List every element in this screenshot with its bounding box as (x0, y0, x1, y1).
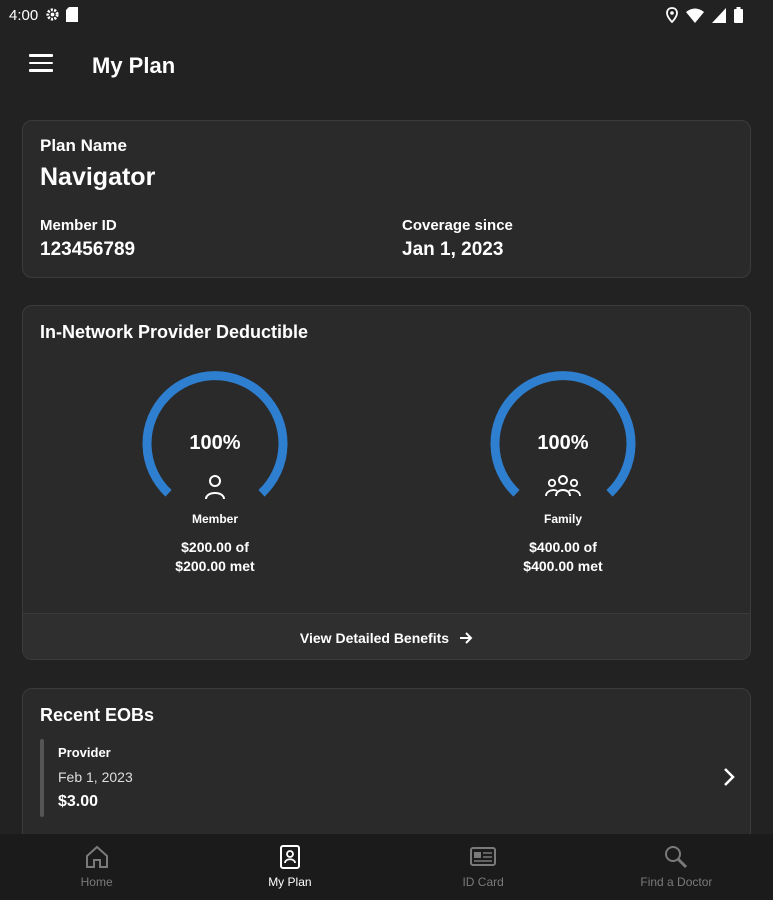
status-bar: 4:00 (0, 0, 773, 32)
nav-home[interactable]: Home (0, 834, 193, 900)
coverage-since-label: Coverage since (402, 217, 513, 234)
member-deductible-gauge: 100% Member $200.00 of $200.00 met (115, 364, 315, 584)
view-detailed-benefits-label: View Detailed Benefits (299, 630, 450, 646)
location-icon (666, 7, 678, 23)
member-id-label: Member ID (40, 217, 117, 234)
bottom-navigation: Home My Plan ID Card Find a Doctor (0, 834, 773, 900)
member-label: Member (191, 512, 238, 526)
search-icon (665, 846, 688, 869)
battery-icon (734, 7, 743, 23)
eob-status-bar (40, 739, 44, 817)
family-percent: 100% (537, 432, 589, 454)
nav-find-doctor[interactable]: Find a Doctor (580, 834, 773, 900)
family-deductible-gauge: 100% Family $400.00 of $400.00 met (463, 364, 663, 584)
member-amount: $200.00 of $200.00 met (175, 539, 255, 574)
view-detailed-benefits-button[interactable]: View Detailed Benefits (23, 613, 750, 659)
home-icon (85, 845, 108, 868)
plan-card: Plan Name Navigator Member ID 123456789 … (22, 120, 751, 278)
family-group-icon (545, 475, 581, 497)
deductible-title: In-Network Provider Deductible (40, 322, 309, 342)
app-bar: My Plan (0, 40, 773, 92)
eob-list-item[interactable]: Provider Feb 1, 2023 $3.00 (40, 739, 740, 817)
member-id-value: 123456789 (40, 239, 136, 260)
nav-my-plan-label: My Plan (268, 875, 312, 889)
nav-id-card[interactable]: ID Card (387, 834, 580, 900)
nav-id-card-label: ID Card (462, 875, 504, 889)
nav-home-label: Home (80, 875, 113, 889)
status-time: 4:00 (9, 7, 39, 24)
deductible-card: In-Network Provider Deductible 100% Memb… (22, 305, 751, 660)
id-card-icon (470, 847, 497, 866)
plan-name: Navigator (40, 163, 156, 191)
recent-eobs-title: Recent EOBs (40, 705, 155, 725)
nav-find-doctor-label: Find a Doctor (640, 875, 713, 889)
recent-eobs-card: Recent EOBs Provider Feb 1, 2023 $3.00 (22, 688, 751, 848)
settings-gear-icon (46, 8, 59, 21)
eob-provider: Provider (58, 745, 111, 760)
family-label: Family (543, 512, 582, 526)
coverage-since-value: Jan 1, 2023 (402, 239, 504, 260)
sd-card-icon (66, 7, 78, 22)
person-icon (205, 475, 225, 500)
plan-name-label: Plan Name (40, 136, 127, 155)
eob-amount: $3.00 (58, 793, 99, 810)
chevron-right-icon (724, 768, 735, 786)
member-percent: 100% (189, 432, 241, 454)
menu-button[interactable] (29, 54, 53, 74)
nav-my-plan[interactable]: My Plan (193, 834, 386, 900)
arrow-right-icon (460, 632, 473, 644)
family-amount: $400.00 of $400.00 met (523, 539, 603, 574)
page-title: My Plan (92, 53, 176, 78)
wifi-icon (686, 8, 704, 23)
plan-document-icon (279, 845, 300, 869)
eob-date: Feb 1, 2023 (58, 769, 133, 785)
signal-icon (712, 7, 726, 23)
